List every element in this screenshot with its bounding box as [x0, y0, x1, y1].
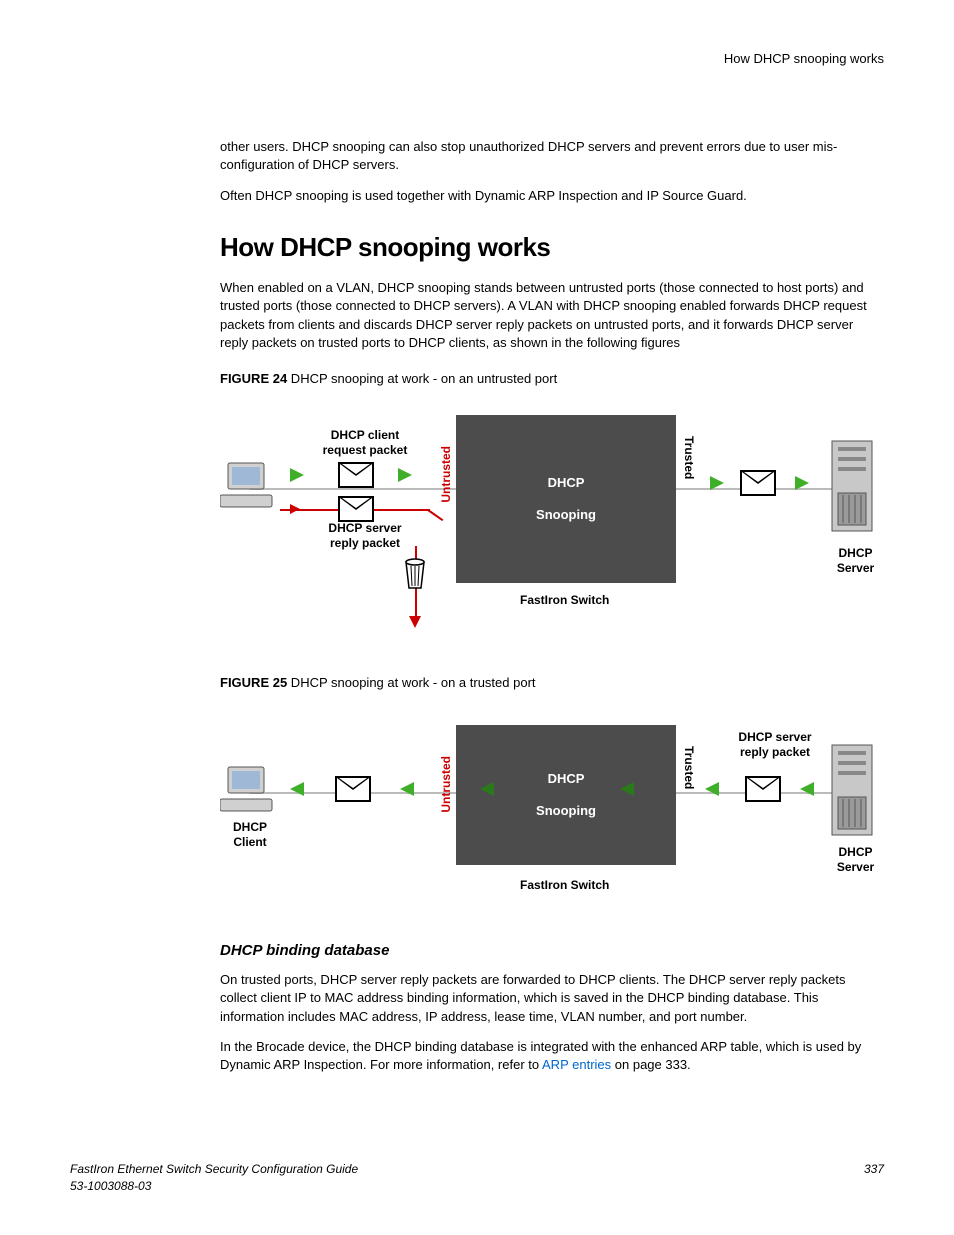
dhcp-server-label: DHCP Server	[828, 845, 883, 875]
untrusted-label: Untrusted	[438, 756, 455, 813]
arrow-left-icon	[800, 782, 814, 796]
figure-25: DHCP Client Untrusted DHCP Snooping Fast…	[220, 700, 885, 920]
db-p2-text-a: In the Brocade device, the DHCP binding …	[220, 1039, 861, 1072]
footer-guide-title: FastIron Ethernet Switch Security Config…	[70, 1161, 358, 1178]
arrow-left-icon	[705, 782, 719, 796]
figure-25-prefix: FIGURE 25	[220, 675, 287, 690]
envelope-icon	[338, 496, 374, 522]
footer-doc-number: 53-1003088-03	[70, 1178, 358, 1195]
pc-icon	[220, 461, 280, 511]
figure-24-prefix: FIGURE 24	[220, 371, 287, 386]
envelope-icon	[338, 462, 374, 488]
envelope-icon	[335, 776, 371, 802]
subsection-title: DHCP binding database	[220, 940, 884, 961]
envelope-icon	[745, 776, 781, 802]
server-reply-label: DHCP server reply packet	[305, 521, 425, 551]
snooping-text: Snooping	[456, 506, 676, 524]
arrow-right-icon	[795, 476, 809, 490]
switch-label: FastIron Switch	[520, 878, 609, 893]
dhcp-text: DHCP	[456, 474, 676, 492]
arrow-left-icon	[290, 782, 304, 796]
snooping-text: Snooping	[456, 802, 676, 820]
dhcp-client-label: DHCP Client	[225, 820, 275, 850]
arrow-left-icon	[620, 782, 634, 796]
arrow-down-red-icon	[409, 616, 421, 628]
db-paragraph-1: On trusted ports, DHCP server reply pack…	[220, 971, 884, 1026]
arp-entries-link[interactable]: ARP entries	[542, 1057, 611, 1072]
switch-box: DHCP Snooping	[456, 415, 676, 583]
db-paragraph-2: In the Brocade device, the DHCP binding …	[220, 1038, 884, 1074]
section-paragraph: When enabled on a VLAN, DHCP snooping st…	[220, 279, 884, 352]
server-icon	[830, 743, 875, 838]
switch-label: FastIron Switch	[520, 593, 609, 608]
db-p2-text-b: on page 333.	[611, 1057, 691, 1072]
envelope-icon	[740, 470, 776, 496]
figure-24-caption: FIGURE 24 DHCP snooping at work - on an …	[220, 370, 884, 388]
server-reply-label: DHCP server reply packet	[720, 730, 830, 760]
arrow-left-icon	[480, 782, 494, 796]
dhcp-server-label: DHCP Server	[828, 546, 883, 576]
footer-page-number: 337	[864, 1161, 884, 1195]
server-icon	[830, 439, 875, 534]
arrow-right-icon	[710, 476, 724, 490]
intro-paragraph-1: other users. DHCP snooping can also stop…	[220, 138, 884, 174]
page-footer: FastIron Ethernet Switch Security Config…	[70, 1161, 884, 1195]
red-line	[427, 509, 443, 521]
pc-icon	[220, 765, 280, 815]
arrow-right-icon	[398, 468, 412, 482]
arrow-right-icon	[290, 468, 304, 482]
trusted-label: Trusted	[680, 436, 697, 479]
intro-paragraph-2: Often DHCP snooping is used together wit…	[220, 187, 884, 205]
trusted-label: Trusted	[680, 746, 697, 789]
client-request-label: DHCP client request packet	[310, 428, 420, 458]
untrusted-label: Untrusted	[438, 446, 455, 503]
trash-icon	[404, 556, 426, 590]
arrow-left-icon	[400, 782, 414, 796]
figure-24-text: DHCP snooping at work - on an untrusted …	[287, 371, 557, 386]
section-title: How DHCP snooping works	[220, 229, 884, 265]
running-header: How DHCP snooping works	[70, 50, 884, 68]
figure-24: DHCP client request packet DHCP server r…	[220, 396, 885, 656]
figure-25-caption: FIGURE 25 DHCP snooping at work - on a t…	[220, 674, 884, 692]
figure-25-text: DHCP snooping at work - on a trusted por…	[287, 675, 535, 690]
arrow-right-red-icon	[290, 504, 300, 514]
